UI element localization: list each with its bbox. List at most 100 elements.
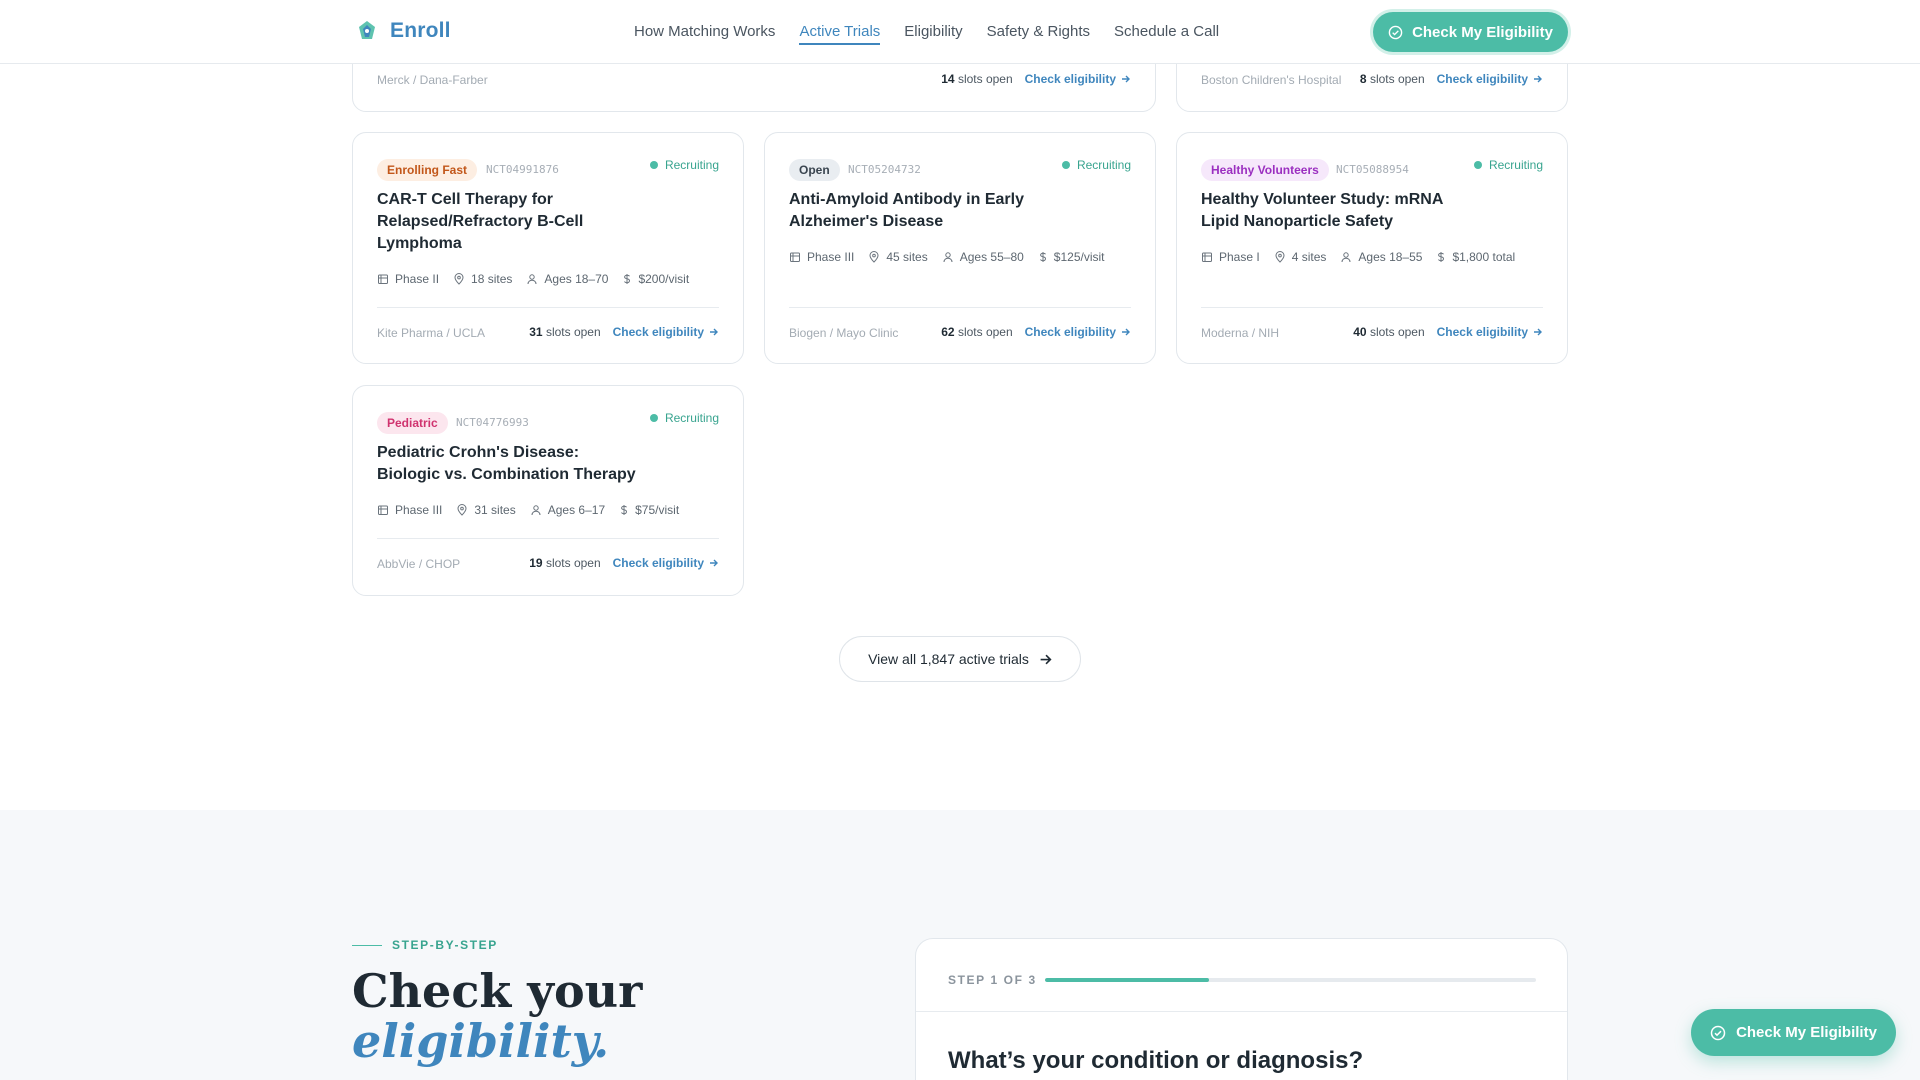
card-divider bbox=[1201, 307, 1543, 308]
dollar-icon bbox=[1039, 252, 1046, 262]
check-eligibility-link[interactable]: Check eligibility bbox=[613, 325, 719, 339]
trial-meta: Phase I 4 sites Ages 18–55 $1,800 total bbox=[1201, 250, 1529, 264]
person-icon bbox=[527, 274, 537, 285]
step-progress-bar bbox=[1045, 978, 1536, 982]
phase-info: Phase III bbox=[789, 250, 854, 264]
nav-how-matching-works[interactable]: How Matching Works bbox=[634, 23, 775, 45]
header-check-eligibility-button[interactable]: Check My Eligibility bbox=[1373, 12, 1568, 52]
phase-info: Phase I bbox=[1201, 250, 1260, 264]
trial-meta: Phase III 45 sites Ages 55–80 $125/visit bbox=[789, 250, 1119, 264]
arrow-right-icon bbox=[710, 328, 718, 336]
sites-info: 45 sites bbox=[868, 250, 928, 264]
person-icon bbox=[531, 505, 541, 516]
view-all-label: View all 1,847 active trials bbox=[868, 651, 1029, 667]
trial-badge: Open bbox=[789, 159, 840, 181]
calendar-icon bbox=[378, 274, 388, 284]
site-header: Enroll How Matching Works Active Trials … bbox=[0, 0, 1920, 64]
location-pin-icon bbox=[1275, 251, 1285, 263]
dollar-icon bbox=[624, 274, 631, 284]
brand-logo[interactable]: Enroll bbox=[356, 19, 451, 43]
card-divider bbox=[377, 538, 719, 539]
trial-card[interactable]: Open NCT05204732 Recruiting Anti-Amyloid… bbox=[764, 132, 1156, 364]
sites-info: 4 sites bbox=[1274, 250, 1326, 264]
trial-nct-id: NCT04776993 bbox=[456, 416, 529, 429]
header-cta-label: Check My Eligibility bbox=[1412, 23, 1553, 41]
trial-title[interactable]: Pediatric Crohn's Disease: Biologic vs. C… bbox=[377, 442, 636, 486]
location-pin-icon bbox=[454, 273, 464, 285]
trial-card[interactable]: Enrolling Fast NCT04991876 Recruiting CA… bbox=[352, 132, 744, 364]
slots-open: 31 slots open bbox=[529, 325, 601, 339]
trial-card[interactable]: Pediatric NCT04776993 Recruiting Pediatr… bbox=[352, 385, 744, 596]
slots-open: 19 slots open bbox=[529, 556, 601, 570]
sites-info: 18 sites bbox=[453, 272, 512, 286]
trial-card[interactable]: Healthy Volunteers NCT05088954 Recruitin… bbox=[1176, 132, 1568, 364]
card-footer-actions: 19 slots open Check eligibility bbox=[529, 556, 719, 570]
nav-eligibility[interactable]: Eligibility bbox=[904, 23, 962, 45]
status-dot-icon bbox=[1061, 161, 1070, 169]
card-divider bbox=[377, 307, 719, 308]
trial-badge: Healthy Volunteers bbox=[1201, 159, 1329, 181]
card-divider bbox=[789, 307, 1131, 308]
trial-meta: Phase II 18 sites Ages 18–70 $200/visit bbox=[377, 272, 703, 286]
card-sponsor: Merck / Dana-Farber bbox=[377, 73, 488, 87]
trial-title[interactable]: Anti-Amyloid Antibody in Early Alzheimer'… bbox=[789, 189, 1024, 233]
phase-info: Phase III bbox=[377, 503, 442, 517]
person-icon bbox=[943, 252, 953, 263]
card-footer-actions: 40 slots open Check eligibility bbox=[1353, 325, 1543, 339]
card-footer-actions: 8 slots open Check eligibility bbox=[1360, 72, 1543, 86]
section-eyebrow: STEP-BY-STEP bbox=[352, 938, 498, 952]
section-headline: Check your eligibility. bbox=[352, 964, 643, 1068]
status-dot-icon bbox=[1473, 161, 1482, 169]
arrow-right-icon bbox=[710, 559, 718, 567]
sites-info: 31 sites bbox=[456, 503, 516, 517]
check-eligibility-link[interactable]: Check eligibility bbox=[1437, 72, 1543, 86]
trial-badge: Enrolling Fast bbox=[377, 159, 478, 181]
check-eligibility-link[interactable]: Check eligibility bbox=[1437, 325, 1543, 339]
card-sponsor: Boston Children's Hospital bbox=[1201, 73, 1342, 87]
status-dot-icon bbox=[649, 161, 658, 169]
person-icon bbox=[1341, 252, 1351, 263]
ages-info: Ages 55–80 bbox=[942, 250, 1024, 264]
check-eligibility-link[interactable]: Check eligibility bbox=[1025, 72, 1131, 86]
nav-active-trials[interactable]: Active Trials bbox=[799, 23, 881, 45]
eligibility-step-card: STEP 1 OF 3 What’s your condition or dia… bbox=[915, 938, 1568, 1080]
step-question: What’s your condition or diagnosis? bbox=[948, 1047, 1364, 1074]
trial-badge: Pediatric bbox=[377, 412, 448, 434]
trial-title[interactable]: Healthy Volunteer Study: mRNA Lipid Nanop… bbox=[1201, 189, 1443, 233]
status-dot-icon bbox=[649, 414, 658, 422]
floating-check-eligibility-button[interactable]: Check My Eligibility bbox=[1691, 1009, 1896, 1056]
calendar-icon bbox=[790, 252, 800, 262]
check-circle-icon bbox=[1388, 25, 1403, 39]
check-eligibility-link[interactable]: Check eligibility bbox=[613, 556, 719, 570]
slots-open: 40 slots open bbox=[1353, 325, 1425, 339]
step-label: STEP 1 OF 3 bbox=[948, 973, 1037, 987]
card-footer-actions: 62 slots open Check eligibility bbox=[941, 325, 1131, 339]
dollar-icon bbox=[621, 505, 628, 515]
calendar-icon bbox=[1202, 252, 1212, 262]
ages-info: Ages 18–55 bbox=[1340, 250, 1422, 264]
slots-open: 62 slots open bbox=[941, 325, 1013, 339]
check-eligibility-link[interactable]: Check eligibility bbox=[1025, 325, 1131, 339]
view-all-trials-button[interactable]: View all 1,847 active trials bbox=[839, 636, 1081, 682]
trial-nct-id: NCT04991876 bbox=[486, 163, 559, 176]
trial-nct-id: NCT05088954 bbox=[1336, 163, 1409, 176]
pay-info: $200/visit bbox=[622, 272, 689, 286]
arrow-right-icon bbox=[1122, 75, 1130, 83]
eyebrow-line bbox=[352, 944, 382, 946]
arrow-right-icon bbox=[1040, 654, 1052, 664]
dollar-icon bbox=[1438, 252, 1445, 262]
card-footer-actions: 14 slots open Check eligibility bbox=[941, 72, 1131, 86]
card-sponsor: Moderna / NIH bbox=[1201, 326, 1280, 340]
phase-info: Phase II bbox=[377, 272, 439, 286]
card-sponsor: AbbVie / CHOP bbox=[377, 557, 461, 571]
step-divider bbox=[916, 1011, 1567, 1012]
logo-icon bbox=[359, 21, 375, 39]
card-footer-actions: 31 slots open Check eligibility bbox=[529, 325, 719, 339]
recruiting-status: Recruiting bbox=[1061, 158, 1131, 172]
nav-safety-rights[interactable]: Safety & Rights bbox=[987, 23, 1090, 45]
slots-open: 8 slots open bbox=[1359, 72, 1425, 86]
arrow-right-icon bbox=[1534, 328, 1542, 336]
nav-schedule-call[interactable]: Schedule a Call bbox=[1114, 23, 1219, 45]
trial-meta: Phase III 31 sites Ages 6–17 $75/visit bbox=[377, 503, 693, 517]
trial-title[interactable]: CAR-T Cell Therapy for Relapsed/Refractor… bbox=[377, 189, 583, 255]
